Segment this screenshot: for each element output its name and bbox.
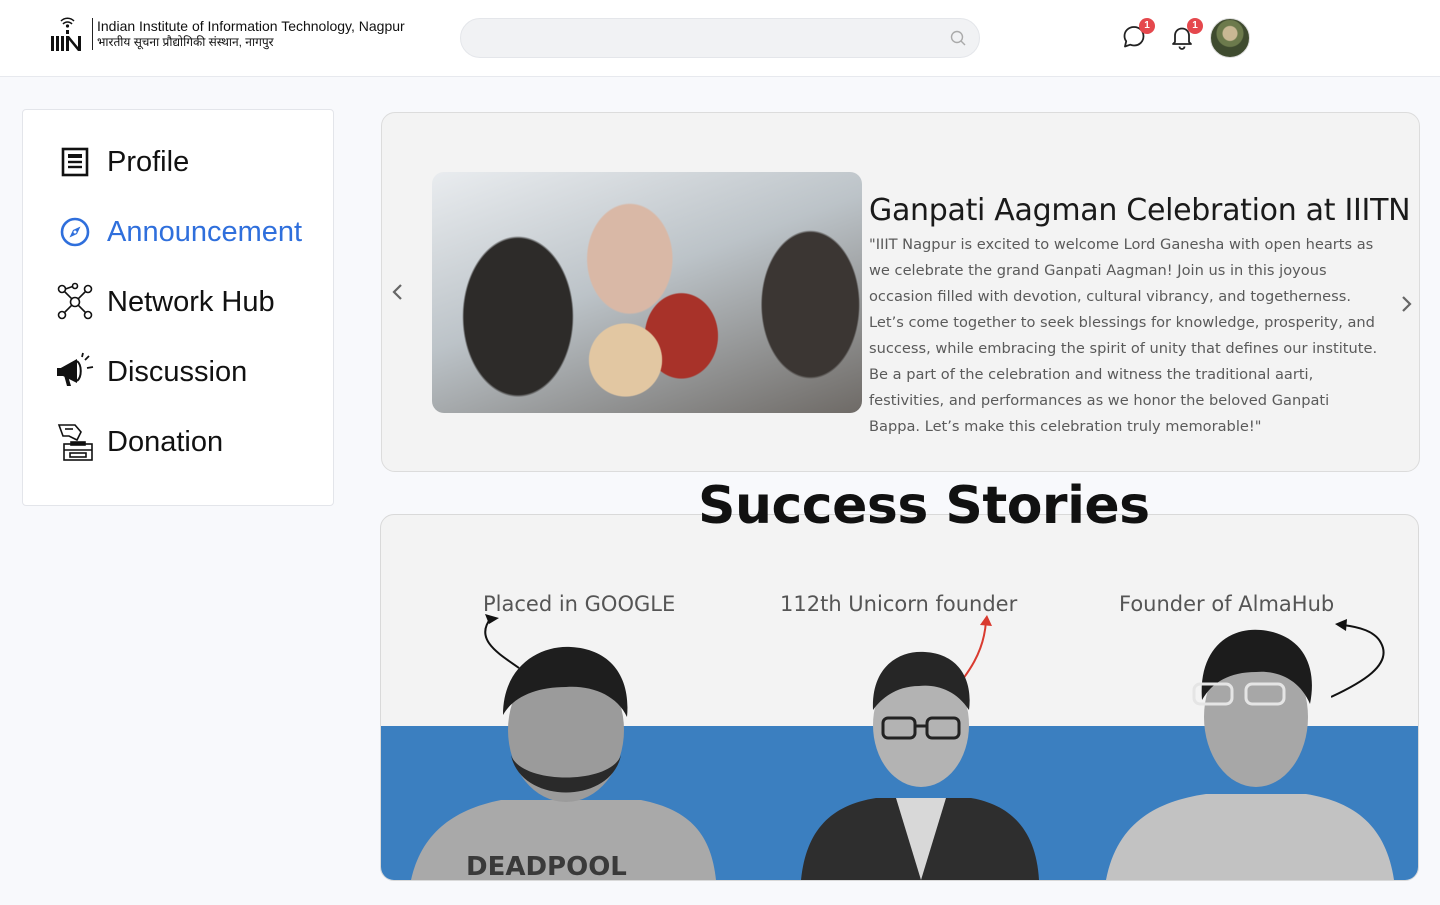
- search-input[interactable]: [461, 19, 921, 57]
- iiitn-logo-icon: [51, 17, 81, 51]
- sidebar-item-announcement[interactable]: Announcement: [55, 210, 302, 254]
- sidebar-item-label: Profile: [107, 145, 190, 178]
- story-caption-almahub: Founder of AlmaHub: [1119, 592, 1335, 616]
- sidebar-item-profile[interactable]: Profile: [55, 140, 189, 184]
- megaphone-icon: [55, 352, 95, 392]
- sidebar-item-network-hub[interactable]: Network Hub: [55, 280, 275, 324]
- top-header: Indian Institute of Information Technolo…: [0, 0, 1440, 77]
- network-icon: [55, 282, 95, 322]
- sidebar-item-label: Donation: [107, 425, 224, 458]
- donation-box-icon: [55, 422, 95, 462]
- svg-text:DEADPOOL: DEADPOOL: [466, 852, 627, 880]
- person-photo-1: DEADPOOL: [411, 646, 716, 880]
- search-icon[interactable]: [949, 29, 967, 47]
- announcement-image: [432, 172, 862, 413]
- announcement-title: Ganpati Aagman Celebration at IIITN: [869, 193, 1411, 228]
- sidebar-item-label: Network Hub: [107, 285, 275, 318]
- user-avatar[interactable]: [1210, 18, 1250, 58]
- person-photo-2: [801, 651, 1039, 880]
- sidebar-item-discussion[interactable]: Discussion: [55, 350, 247, 394]
- document-icon: [55, 142, 95, 182]
- compass-icon: [55, 212, 95, 252]
- success-stories-card: Placed in GOOGLE 112th Unicorn founder F…: [380, 514, 1419, 881]
- notifications-button[interactable]: 1: [1169, 18, 1203, 50]
- person-photo-3: [1106, 629, 1394, 880]
- announcement-body: "IIIT Nagpur is excited to welcome Lord …: [869, 236, 1378, 435]
- success-stories-heading: Success Stories: [698, 476, 1150, 536]
- notifications-badge: 1: [1187, 18, 1203, 34]
- announcement-carousel: Ganpati Aagman Celebration at IIITN "III…: [381, 112, 1420, 472]
- institute-logo[interactable]: Indian Institute of Information Technolo…: [50, 16, 405, 52]
- sidebar-item-label: Announcement: [107, 215, 303, 248]
- chevron-right-icon[interactable]: [1394, 292, 1418, 316]
- institute-name-english: Indian Institute of Information Technolo…: [97, 18, 405, 34]
- search-bar: [460, 18, 980, 58]
- sidebar: Profile Announcement Network Hub Discuss…: [22, 109, 334, 506]
- sidebar-item-label: Discussion: [107, 355, 248, 388]
- chevron-left-icon[interactable]: [386, 280, 410, 304]
- sidebar-item-donation[interactable]: Donation: [55, 420, 223, 464]
- messages-badge: 1: [1139, 18, 1155, 34]
- institute-name-hindi: भारतीय सूचना प्रौद्योगिकी संस्थान, नागपु…: [97, 35, 274, 49]
- institute-name: Indian Institute of Information Technolo…: [92, 18, 405, 50]
- messages-button[interactable]: 1: [1121, 18, 1155, 50]
